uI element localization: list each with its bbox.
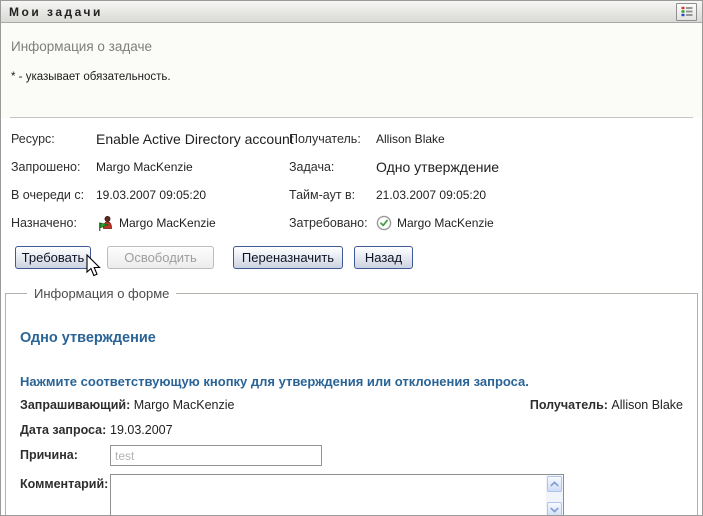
field-label-resource: Ресурс:	[11, 125, 96, 153]
claimed-by-name: Margo MacKenzie	[397, 216, 494, 230]
request-date-row: Дата запроса: 19.03.2007	[20, 420, 683, 437]
field-value-task: Одно утверждение	[376, 153, 702, 181]
field-label-assigned-to: Назначено:	[11, 209, 96, 237]
reason-input[interactable]	[110, 445, 322, 466]
recipient-value: Allison Blake	[611, 398, 683, 412]
claim-button[interactable]: Требовать	[15, 246, 91, 269]
comment-label: Комментарий:	[20, 474, 110, 491]
reason-label: Причина:	[20, 445, 110, 462]
reassign-button[interactable]: Переназначить	[233, 246, 343, 269]
user-with-green-flag-icon	[96, 215, 114, 232]
field-value-resource: Enable Active Directory account	[96, 125, 289, 153]
field-value-timeout: 21.03.2007 09:05:20	[376, 181, 702, 209]
field-value-in-queue-since: 19.03.2007 09:05:20	[96, 181, 289, 209]
section-title-task-info: Информация о задаче	[1, 23, 702, 54]
recipient-pair: Получатель: Allison Blake	[530, 398, 683, 412]
field-label-timeout: Тайм-аут в:	[289, 181, 376, 209]
requester-value: Margo MacKenzie	[134, 398, 235, 412]
field-label-recipient: Получатель:	[289, 125, 376, 153]
field-value-recipient: Allison Blake	[376, 125, 702, 153]
section-divider	[10, 117, 693, 118]
comment-row: Комментарий:	[20, 474, 683, 516]
form-info-legend: Информация о форме	[27, 286, 176, 301]
task-info-header-section: Информация о задаче * - указывает обязат…	[1, 23, 702, 118]
form-instruction: Нажмите соответствующую кнопку для утвер…	[20, 374, 683, 389]
comment-scrollbar[interactable]	[546, 475, 563, 516]
scroll-down-button[interactable]	[547, 502, 562, 516]
field-value-assigned-to: Margo MacKenzie	[96, 209, 289, 237]
requester-label: Запрашивающий:	[20, 398, 130, 412]
comment-textarea-wrap	[110, 474, 564, 516]
green-check-circle-icon	[376, 215, 392, 231]
required-fields-note: * - указывает обязательность.	[1, 54, 702, 83]
my-tasks-portlet: Мои задачи Информация о задаче * - указы…	[0, 0, 703, 516]
field-label-in-queue-since: В очереди с:	[11, 181, 96, 209]
field-label-task: Задача:	[289, 153, 376, 181]
form-title: Одно утверждение	[20, 330, 683, 346]
request-date-label: Дата запроса:	[20, 420, 110, 437]
back-button[interactable]: Назад	[354, 246, 413, 269]
field-value-claimed-by: Margo MacKenzie	[376, 209, 702, 237]
scroll-up-button[interactable]	[547, 476, 562, 492]
titlebar: Мои задачи	[1, 1, 702, 23]
portlet-options-grid-icon	[681, 6, 693, 17]
requester-recipient-row: Запрашивающий: Margo MacKenzie Получател…	[20, 398, 683, 412]
assigned-to-name: Margo MacKenzie	[119, 216, 216, 230]
portlet-options-button[interactable]	[676, 3, 697, 21]
field-label-requested-by: Запрошено:	[11, 153, 96, 181]
window-title: Мои задачи	[9, 5, 676, 19]
field-label-claimed-by: Затребовано:	[289, 209, 376, 237]
comment-textarea[interactable]	[111, 475, 548, 516]
field-value-requested-by: Margo MacKenzie	[96, 153, 289, 181]
chevron-up-icon	[550, 481, 559, 487]
task-detail-grid: Ресурс: Enable Active Directory account …	[1, 118, 702, 237]
reason-row: Причина:	[20, 445, 683, 466]
release-button[interactable]: Освободить	[107, 246, 214, 269]
requester-pair: Запрашивающий: Margo MacKenzie	[20, 398, 234, 412]
request-date-value: 19.03.2007	[110, 420, 173, 437]
recipient-label: Получатель:	[530, 398, 608, 412]
form-info-fieldset: Информация о форме Одно утверждение Нажм…	[5, 286, 698, 516]
chevron-down-icon	[550, 507, 559, 513]
action-button-row: Требовать Освободить Переназначить Назад	[1, 237, 702, 269]
